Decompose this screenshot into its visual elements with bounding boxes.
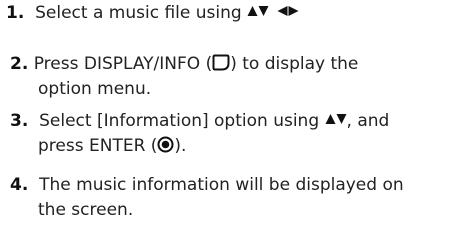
- step-text-continued-after: ).: [174, 136, 187, 156]
- step-number: 1.: [6, 3, 25, 23]
- arrow-up-icon: [247, 5, 258, 17]
- step-number: 3.: [10, 111, 29, 131]
- step-text: Select [Information] option using: [39, 111, 320, 131]
- step-text: Select a music file using: [35, 3, 242, 23]
- arrow-down-icon: [336, 113, 347, 125]
- step-3-line-1: 3. Select [Information] option using , a…: [10, 109, 389, 134]
- step-text-after: ) to display the: [230, 54, 359, 74]
- step-4-line-2: the screen.: [38, 198, 133, 223]
- step-number: 4.: [10, 175, 29, 195]
- step-text-continued: press ENTER (: [38, 136, 158, 156]
- step-text: The music information will be displayed …: [39, 175, 404, 195]
- step-text-after: , and: [346, 111, 390, 131]
- step-number: 2.: [10, 54, 29, 74]
- step-2-line-2: option menu.: [38, 77, 151, 102]
- step-text: Press DISPLAY/INFO (: [33, 54, 213, 74]
- arrow-up-icon: [325, 113, 336, 125]
- arrow-down-icon: [258, 5, 269, 17]
- step-4-line-1: 4. The music information will be display…: [10, 173, 404, 198]
- enter-button-icon: [157, 136, 174, 153]
- step-3-line-2: press ENTER ( ).: [38, 134, 186, 159]
- step-text-continued: the screen.: [38, 200, 134, 220]
- arrow-right-icon: [288, 5, 299, 17]
- step-2-line-1: 2. Press DISPLAY/INFO ( ) to display the: [10, 52, 358, 77]
- arrow-left-icon: [277, 5, 288, 17]
- display-info-button-icon: [212, 54, 230, 71]
- step-1-line-1: 1. Select a music file using: [6, 1, 299, 26]
- step-text-continued: option menu.: [38, 79, 152, 99]
